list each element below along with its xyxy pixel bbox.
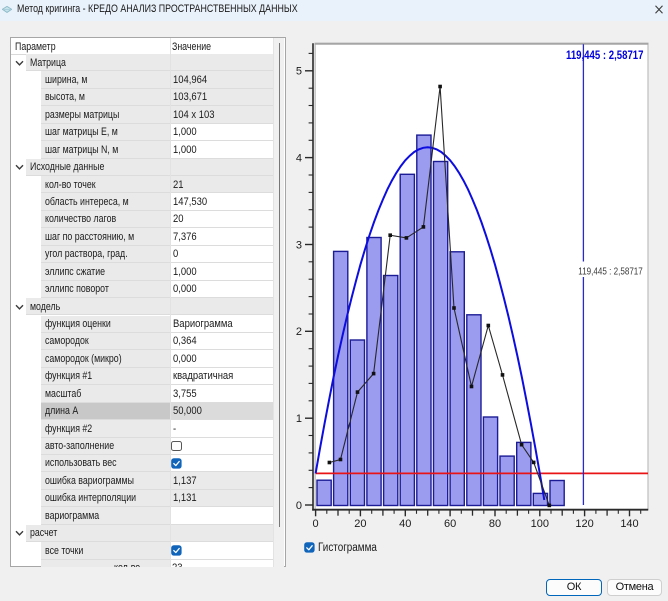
svg-text:20: 20 [354, 518, 366, 530]
svg-text:40: 40 [399, 518, 411, 530]
svg-text:119,445 : 2,58717: 119,445 : 2,58717 [578, 266, 643, 278]
svg-text:100: 100 [531, 518, 549, 530]
svg-text:5: 5 [296, 66, 302, 78]
svg-text:3: 3 [296, 239, 302, 251]
svg-text:2: 2 [296, 326, 302, 338]
svg-text:0: 0 [296, 500, 302, 512]
svg-text:0: 0 [313, 518, 319, 530]
svg-text:119,445 : 2,58717: 119,445 : 2,58717 [566, 50, 644, 62]
svg-text:4: 4 [296, 153, 302, 165]
svg-text:120: 120 [575, 518, 593, 530]
svg-text:1: 1 [296, 413, 302, 425]
svg-text:80: 80 [489, 518, 501, 530]
svg-text:140: 140 [620, 518, 638, 530]
svg-text:60: 60 [444, 518, 456, 530]
